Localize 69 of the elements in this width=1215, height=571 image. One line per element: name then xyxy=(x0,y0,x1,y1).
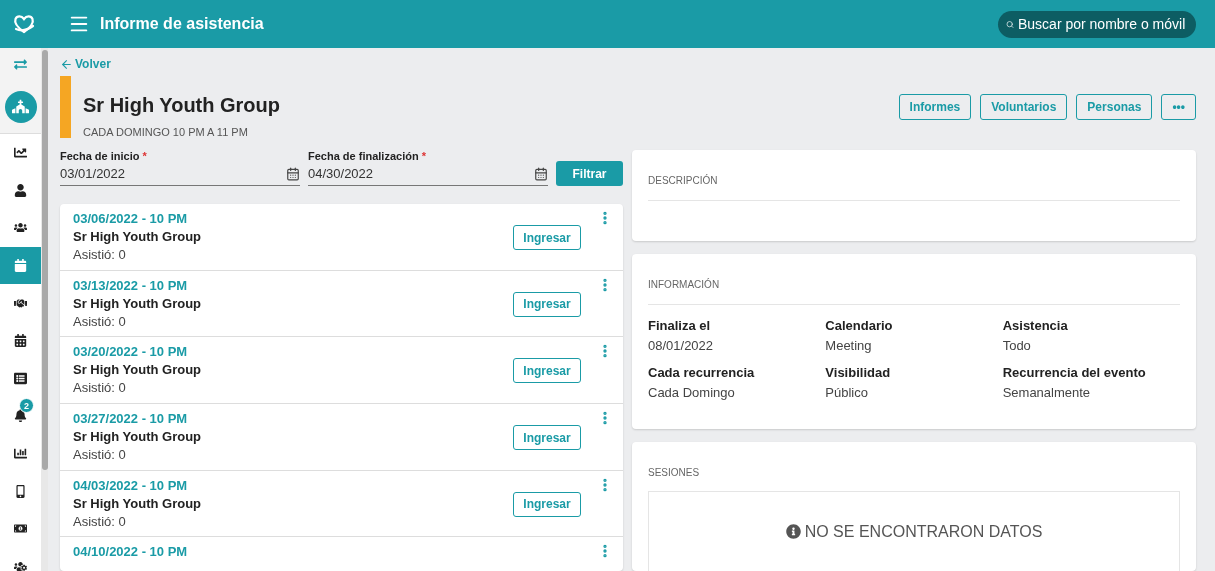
date-input[interactable]: 03/01/2022 xyxy=(60,166,286,181)
nav-icon xyxy=(14,334,27,348)
event-title: Sr High Youth Group xyxy=(83,94,281,117)
info-label: Asistencia xyxy=(1002,317,1069,333)
event-schedule: CADA DOMINGO 10 PM A 11 PM xyxy=(83,126,249,138)
nav-icon xyxy=(14,221,27,235)
section-heading: INFORMACIÓN xyxy=(648,253,1180,305)
session-date: 03/27/2022 - 10 PM xyxy=(73,411,189,427)
nav-icon xyxy=(14,409,27,423)
calendar-icon xyxy=(534,166,548,181)
info-label: Calendario xyxy=(825,317,894,333)
session-date: 04/10/2022 - 10 PM xyxy=(73,544,189,560)
action-button[interactable]: ••• xyxy=(1161,94,1196,120)
info-label: Finaliza el xyxy=(648,317,712,333)
enter-button[interactable]: Ingresar xyxy=(513,425,581,451)
section-heading: DESCRIPCIÓN xyxy=(648,150,1180,201)
swap-icon xyxy=(14,57,27,71)
nav-icon xyxy=(14,146,27,160)
attendance-count: Asistió: 0 xyxy=(73,247,127,262)
attendance-count: Asistió: 0 xyxy=(73,513,127,529)
nav-icon xyxy=(14,447,27,461)
empty-message: NO SE ENCONTRARON DATOS xyxy=(804,522,1043,541)
calendar-icon xyxy=(286,166,300,181)
page-title: Informe de asistencia xyxy=(100,15,264,33)
back-link[interactable]: Volver xyxy=(60,57,111,71)
session-date: 04/03/2022 - 10 PM xyxy=(73,477,189,493)
session-date: 03/06/2022 - 10 PM xyxy=(73,211,189,226)
date-input[interactable]: 04/30/2022 xyxy=(308,166,534,181)
notification-badge: 2 xyxy=(19,398,34,414)
session-name: Sr High Youth Group xyxy=(73,429,203,445)
nav-icon xyxy=(14,259,27,273)
church-avatar xyxy=(4,90,37,123)
info-icon xyxy=(785,524,801,539)
info-value: Semanalmente xyxy=(1002,384,1092,400)
attendance-count: Asistió: 0 xyxy=(73,313,127,329)
logo-icon xyxy=(12,12,36,36)
action-button[interactable]: Voluntarios xyxy=(980,94,1068,120)
info-label: Cada recurrencia xyxy=(648,364,756,380)
nav-icon xyxy=(14,371,27,385)
session-date: 03/20/2022 - 10 PM xyxy=(73,344,189,360)
info-label: Visibilidad xyxy=(825,364,892,380)
field-label: Fecha de finalización * xyxy=(308,150,427,162)
attendance-count: Asistió: 0 xyxy=(73,380,127,396)
nav-icon xyxy=(14,183,27,197)
action-button[interactable]: Informes xyxy=(898,94,972,120)
field-label: Fecha de inicio * xyxy=(60,150,148,162)
session-name: Sr High Youth Group xyxy=(73,495,203,511)
info-value: 08/01/2022 xyxy=(648,337,715,353)
enter-button[interactable]: Ingresar xyxy=(513,491,581,517)
info-value: Todo xyxy=(1002,337,1032,353)
info-label: Recurrencia del evento xyxy=(1002,364,1147,380)
info-value: Meeting xyxy=(825,337,873,353)
action-button[interactable]: Personas xyxy=(1076,94,1153,120)
info-value: Cada Domingo xyxy=(648,384,736,400)
session-name: Sr High Youth Group xyxy=(73,295,203,311)
section-heading: SESIONES xyxy=(648,466,701,480)
filter-button[interactable]: Filtrar xyxy=(556,161,623,186)
search-field[interactable]: Buscar por nombre o móvil xyxy=(998,10,1196,38)
nav-icon xyxy=(14,559,27,571)
enter-button[interactable]: Ingresar xyxy=(513,291,581,317)
attendance-count: Asistió: 0 xyxy=(73,447,127,463)
session-date: 03/13/2022 - 10 PM xyxy=(73,277,189,293)
info-value: Público xyxy=(825,384,869,400)
session-name: Sr High Youth Group xyxy=(73,229,203,244)
enter-button[interactable]: Ingresar xyxy=(513,225,581,250)
back-arrow-icon xyxy=(60,57,73,71)
enter-button[interactable]: Ingresar xyxy=(513,358,581,384)
nav-icon xyxy=(14,484,27,498)
session-name: Sr High Youth Group xyxy=(73,362,203,378)
